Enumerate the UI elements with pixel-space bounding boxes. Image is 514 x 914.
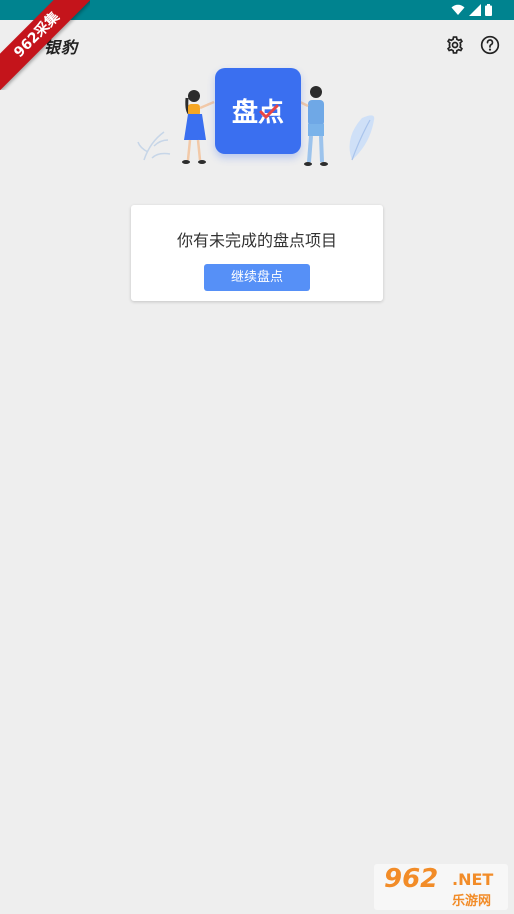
board-text: 盘点 — [231, 98, 284, 128]
left-plant-icon — [137, 131, 171, 161]
settings-button[interactable] — [443, 33, 467, 57]
continue-inventory-button[interactable]: 继续盘点 — [204, 264, 310, 291]
watermark-number: 962 — [384, 864, 439, 894]
gear-icon — [447, 36, 463, 54]
inventory-board: 盘点 — [215, 68, 301, 154]
inventory-illustration: 盘点 — [130, 62, 384, 172]
watermark-net: .NET — [452, 870, 494, 889]
watermark-logo: 962 .NET 乐游网 — [374, 864, 508, 910]
unfinished-inventory-card: 你有未完成的盘点项目 继续盘点 — [131, 205, 383, 301]
status-bar — [0, 0, 514, 20]
watermark-subtext: 乐游网 — [452, 894, 492, 909]
help-circle-icon — [480, 35, 500, 55]
man-figure — [299, 86, 328, 166]
checkmark-icon — [259, 104, 279, 120]
card-message: 你有未完成的盘点项目 — [176, 231, 337, 250]
woman-figure — [182, 90, 215, 164]
app-title: 银豹 — [44, 38, 79, 57]
wifi-icon — [451, 4, 465, 15]
right-leaf-icon — [349, 115, 375, 161]
signal-icon — [469, 4, 481, 16]
status-icons — [451, 3, 492, 17]
help-button[interactable] — [478, 33, 502, 57]
battery-icon — [485, 4, 492, 16]
